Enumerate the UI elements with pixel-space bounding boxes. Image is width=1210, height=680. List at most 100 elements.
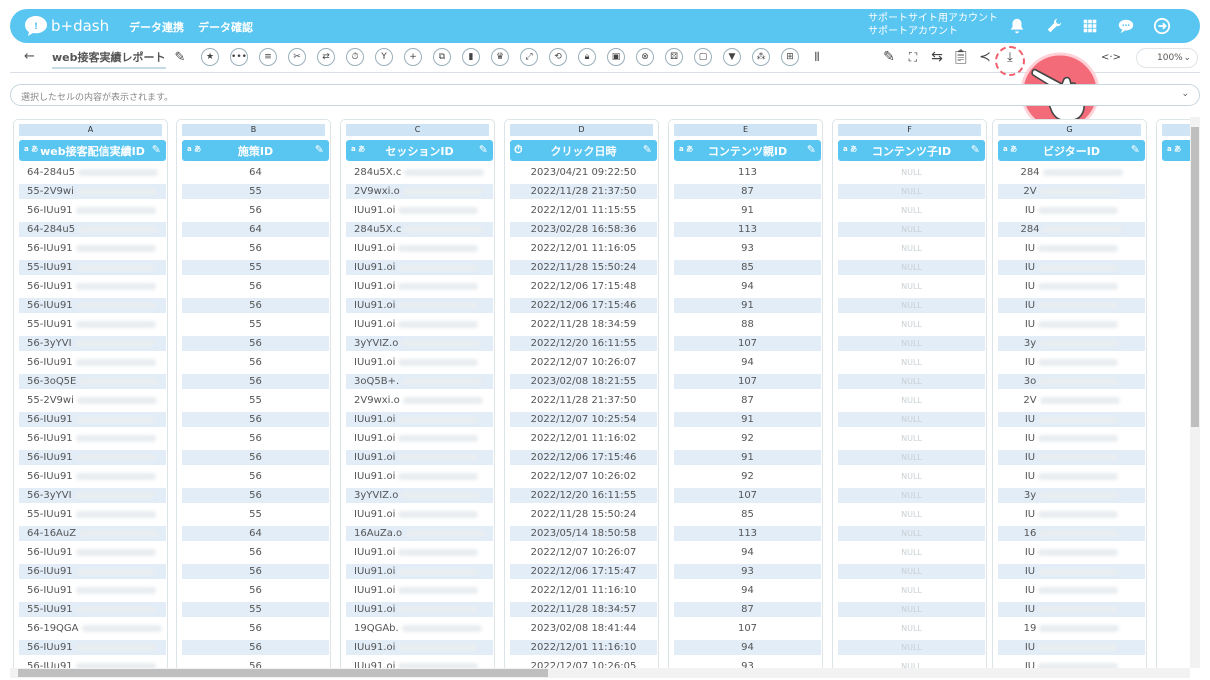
edit-column-pencil-icon[interactable]: ✎ [315,143,324,156]
table-cell[interactable]: 56 [182,298,329,313]
account-info[interactable]: サポートサイト用アカウント サポートアカウント [868,12,998,38]
table-cell[interactable]: 55 [182,260,329,275]
table-cell[interactable]: IU [998,317,1145,332]
column-header[interactable]: a あ コンテンツ親ID ✎ [674,140,821,161]
cancel-icon[interactable]: ⊗ [636,48,654,66]
table-cell[interactable]: 2022/11/28 21:37:50 [510,184,657,199]
table-cell[interactable]: 56-IUu91 [19,583,166,598]
table-cell[interactable]: 56 [182,450,329,465]
column-letter[interactable] [1162,124,1190,136]
table-cell[interactable]: IU [998,469,1145,484]
table-cell[interactable]: 88 [674,317,821,332]
clipboard-icon[interactable]: 📋︎ [951,47,971,67]
table-cell[interactable]: IU [998,507,1145,522]
table-cell[interactable]: 94 [674,355,821,370]
horizontal-scrollbar[interactable] [10,668,1190,678]
expand-icon[interactable]: ⤢ [520,48,538,66]
table-cell[interactable]: 2022/11/28 18:34:59 [510,317,657,332]
table-cell[interactable]: NULL [838,621,985,636]
table-cell[interactable]: 56-IUu91 [19,355,166,370]
shuffle-icon[interactable]: ⇄ [317,48,335,66]
table-cell[interactable]: NULL [838,317,985,332]
table-cell[interactable]: 56-IUu91 [19,469,166,484]
table-cell[interactable]: IUu91.oi [346,469,493,484]
edit-column-pencil-icon[interactable]: ✎ [971,143,980,156]
table-cell[interactable]: NULL [838,279,985,294]
table-cell[interactable]: IUu91.oi [346,279,493,294]
apps-grid-icon[interactable] [1080,16,1100,36]
table-cell[interactable]: 113 [674,222,821,237]
refresh-icon[interactable]: ⟲ [549,48,567,66]
table-cell[interactable]: 55 [182,507,329,522]
table-cell[interactable]: NULL [838,602,985,617]
table-cell[interactable]: 56 [182,469,329,484]
table-cell[interactable]: IUu91.oi [346,203,493,218]
table-cell[interactable]: 56 [182,583,329,598]
table-cell[interactable]: IUu91.oi [346,450,493,465]
table-cell[interactable]: NULL [838,165,985,180]
column-letter[interactable]: E [674,124,817,136]
table-cell[interactable]: 56-3yYVI [19,488,166,503]
table-cell[interactable]: 113 [674,526,821,541]
edit-column-pencil-icon[interactable]: ✎ [1131,143,1140,156]
chat-support-icon[interactable] [1116,16,1136,36]
logout-icon[interactable] [1152,16,1172,36]
table-cell[interactable]: 56 [182,640,329,655]
table-cell[interactable]: 55-2V9wi [19,393,166,408]
table-cell[interactable]: 55 [182,393,329,408]
column-letter[interactable]: A [19,124,162,136]
table-cell[interactable]: NULL [838,659,985,668]
timer-icon[interactable]: ⏱ [346,48,364,66]
table-cell[interactable]: 56-IUu91 [19,412,166,427]
column-letter[interactable]: F [838,124,981,136]
zoom-select[interactable]: 100% ⌄ [1136,48,1198,68]
table-cell[interactable]: 2022/12/06 17:15:47 [510,564,657,579]
table-cell[interactable]: 16AuZa.o [346,526,493,541]
table-cell[interactable]: IU [998,260,1145,275]
table-cell[interactable]: 113 [674,165,821,180]
table-cell[interactable]: 56 [182,488,329,503]
table-cell[interactable]: IU [998,298,1145,313]
table-cell[interactable]: 19 [998,621,1145,636]
table-cell[interactable]: 64-16AuZ [19,526,166,541]
table-cell[interactable]: 85 [674,260,821,275]
table-cell[interactable]: IUu91.oi [346,564,493,579]
table-cell[interactable]: 56 [182,564,329,579]
table-cell[interactable]: 2022/12/01 11:16:02 [510,431,657,446]
table-cell[interactable]: 56-IUu91 [19,279,166,294]
table-cell[interactable]: NULL [838,184,985,199]
favorite-star-icon[interactable]: ★ [201,48,219,66]
table-cell[interactable]: 284 [998,165,1145,180]
sync-icon[interactable]: ⇆ [927,47,947,67]
table-cell[interactable]: 2022/12/07 10:25:54 [510,412,657,427]
column-icon[interactable]: ⦀ [807,47,827,67]
trash-icon[interactable]: ▮ [462,48,480,66]
bell-icon[interactable] [1007,16,1027,36]
table-cell[interactable]: 64 [182,526,329,541]
table-cell[interactable]: 91 [674,203,821,218]
table-cell[interactable]: 2022/11/28 15:50:24 [510,260,657,275]
table-cell[interactable]: 56-IUu91 [19,545,166,560]
table-cell[interactable]: IU [998,355,1145,370]
table-cell[interactable]: 2022/11/28 15:50:24 [510,507,657,522]
table-cell[interactable]: 2022/12/07 10:26:02 [510,469,657,484]
table-cell[interactable]: 2022/12/07 10:26:05 [510,659,657,668]
table-cell[interactable]: 56-IUu91 [19,241,166,256]
app-logo[interactable]: ! b+dash [24,15,109,37]
table-cell[interactable]: 2022/12/06 17:15:48 [510,279,657,294]
table-cell[interactable]: 91 [674,412,821,427]
table-cell[interactable]: 56 [182,412,329,427]
table-cell[interactable]: NULL [838,393,985,408]
table-cell[interactable]: IUu91.oi [346,545,493,560]
table-cell[interactable]: 3o [998,374,1145,389]
table-cell[interactable]: 56-IUu91 [19,659,166,668]
back-arrow-icon[interactable]: ← [24,49,35,64]
table-cell[interactable]: IU [998,640,1145,655]
table-cell[interactable]: NULL [838,298,985,313]
table-cell[interactable]: IUu91.oi [346,317,493,332]
column-header[interactable]: a あ 施策ID ✎ [182,140,329,161]
table-cell[interactable]: 55 [182,317,329,332]
column-letter[interactable]: D [510,124,653,136]
table-cell[interactable]: 2022/12/01 11:16:05 [510,241,657,256]
table-cell[interactable]: 107 [674,621,821,636]
